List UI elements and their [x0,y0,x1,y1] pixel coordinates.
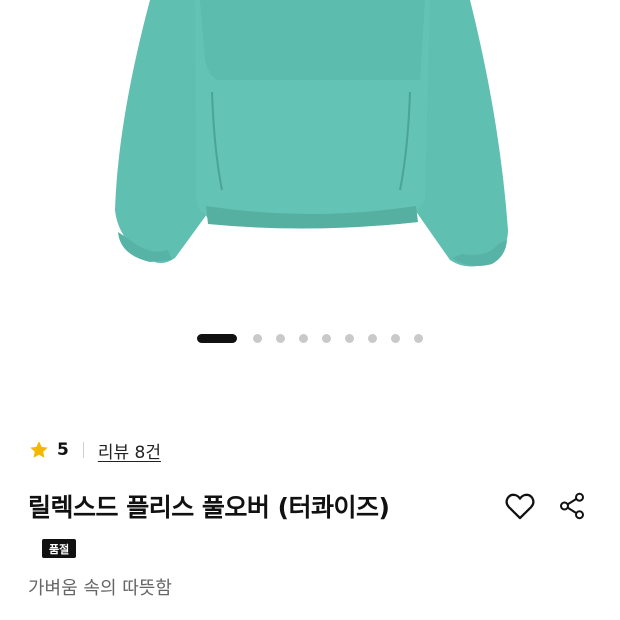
pager-dot[interactable] [391,333,400,343]
rating-divider [82,442,84,458]
sold-out-badge: 품절 [42,539,77,558]
share-icon [560,492,584,520]
wishlist-button[interactable] [500,486,540,526]
rating-row: 5 리뷰 8건 [28,436,161,464]
carousel-pager [0,332,620,344]
product-title: 릴렉스드 플리스 풀오버 (터콰이즈) [28,493,390,522]
pager-dot[interactable] [322,333,331,343]
pager-dot-active[interactable] [197,333,237,343]
review-count-link[interactable]: 리뷰 8건 [98,438,161,463]
pager-dot[interactable] [253,333,262,343]
title-row: 릴렉스드 플리스 풀오버 (터콰이즈) [28,486,592,526]
product-image[interactable] [0,0,620,300]
pager-dot[interactable] [368,333,377,343]
product-photo [115,0,508,267]
pager-dot[interactable] [414,333,423,343]
pager-dot[interactable] [345,333,354,343]
share-button[interactable] [552,486,592,526]
heart-outline-icon [505,493,535,520]
star-icon [30,441,48,458]
product-subtitle: 가벼움 속의 따뜻함 [28,578,172,599]
pager-dot[interactable] [276,333,285,343]
pager-dot[interactable] [299,333,308,343]
rating-score: 5 [57,440,69,460]
